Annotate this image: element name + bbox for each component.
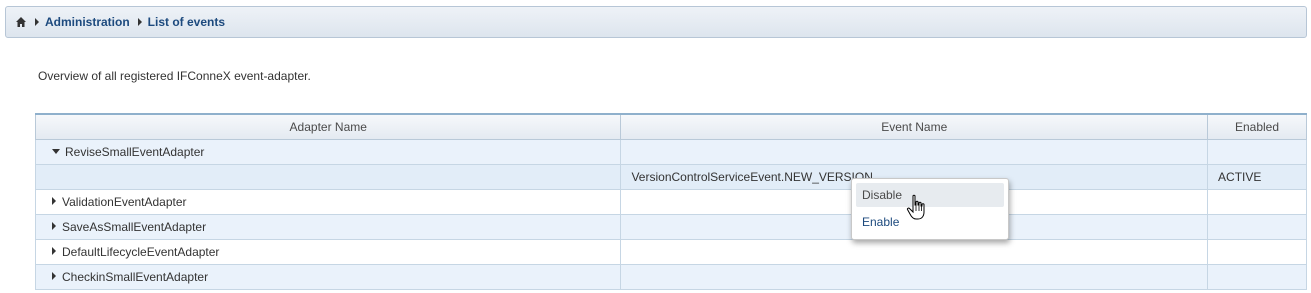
- adapter-name-cell: [34, 163, 622, 190]
- hand-cursor-icon: [905, 194, 929, 222]
- adapter-name-cell[interactable]: DefaultLifecycleEventAdapter: [34, 238, 622, 265]
- adapter-name: ValidationEventAdapter: [62, 194, 187, 209]
- expand-icon[interactable]: [52, 272, 56, 281]
- menu-item-enable[interactable]: Enable: [856, 210, 1004, 234]
- enabled-cell: [1207, 188, 1307, 215]
- breadcrumb-list-of-events[interactable]: List of events: [148, 15, 225, 29]
- table-row[interactable]: ValidationEventAdapter: [34, 188, 1307, 215]
- header-enabled[interactable]: Enabled: [1207, 113, 1307, 140]
- header-event-name[interactable]: Event Name: [620, 113, 1209, 140]
- adapter-name-cell[interactable]: CheckinSmallEventAdapter: [34, 263, 622, 290]
- table-row[interactable]: CheckinSmallEventAdapter: [34, 263, 1307, 290]
- table-header-row: Adapter Name Event Name Enabled: [34, 113, 1307, 140]
- breadcrumb: Administration List of events: [5, 6, 1307, 38]
- adapter-name-cell[interactable]: ReviseSmallEventAdapter: [34, 138, 622, 165]
- enabled-cell: [1207, 263, 1307, 290]
- adapter-name: DefaultLifecycleEventAdapter: [62, 244, 220, 259]
- event-name-cell: [620, 138, 1209, 165]
- table-row[interactable]: VersionControlServiceEvent.NEW_VERSION A…: [34, 163, 1307, 190]
- expand-icon[interactable]: [52, 222, 56, 231]
- events-table: Adapter Name Event Name Enabled ReviseSm…: [34, 113, 1307, 290]
- event-name-cell: [620, 238, 1209, 265]
- table-row[interactable]: ReviseSmallEventAdapter: [34, 138, 1307, 165]
- adapter-name-cell[interactable]: SaveAsSmallEventAdapter: [34, 213, 622, 240]
- enabled-cell: [1207, 138, 1307, 165]
- expand-icon[interactable]: [52, 247, 56, 256]
- breadcrumb-administration[interactable]: Administration: [45, 15, 130, 29]
- adapter-name-cell[interactable]: ValidationEventAdapter: [34, 188, 622, 215]
- context-menu: Disable Enable: [851, 178, 1009, 240]
- expand-icon[interactable]: [52, 197, 56, 206]
- adapter-name: CheckinSmallEventAdapter: [62, 269, 209, 284]
- adapter-name: SaveAsSmallEventAdapter: [62, 219, 207, 234]
- event-name-cell: [620, 263, 1209, 290]
- table-row[interactable]: SaveAsSmallEventAdapter: [34, 213, 1307, 240]
- intro-text: Overview of all registered IFConneX even…: [38, 69, 311, 83]
- home-icon[interactable]: [15, 16, 27, 28]
- enabled-cell: [1207, 238, 1307, 265]
- collapse-icon[interactable]: [52, 148, 60, 154]
- header-adapter-name[interactable]: Adapter Name: [34, 113, 622, 140]
- table-row[interactable]: DefaultLifecycleEventAdapter: [34, 238, 1307, 265]
- breadcrumb-separator-icon: [35, 18, 39, 26]
- adapter-name: ReviseSmallEventAdapter: [65, 144, 205, 159]
- menu-item-disable[interactable]: Disable: [856, 183, 1004, 207]
- enabled-cell: ACTIVE: [1207, 163, 1307, 190]
- breadcrumb-separator-icon: [137, 18, 142, 26]
- enabled-cell: [1207, 213, 1307, 240]
